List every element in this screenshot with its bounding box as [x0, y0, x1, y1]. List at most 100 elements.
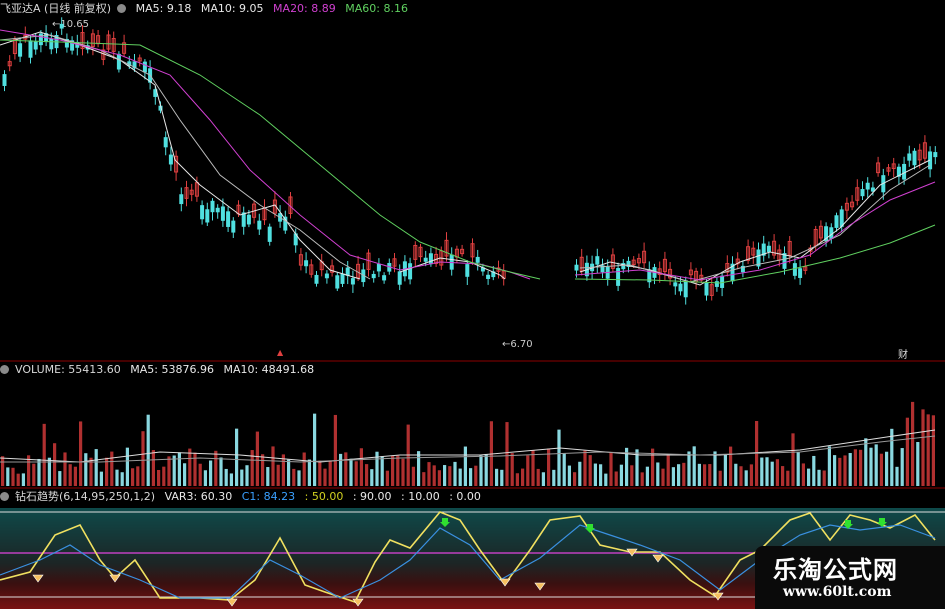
volume-bar [229, 473, 233, 486]
volume-bar [682, 462, 686, 486]
volume-bar [531, 450, 535, 486]
candle [574, 264, 579, 271]
volume-bar [734, 463, 738, 486]
volume-bar [630, 465, 634, 486]
volume-bar [833, 455, 837, 486]
volume-bar [775, 459, 779, 486]
volume-bar [157, 469, 161, 486]
volume-bar [931, 415, 935, 486]
volume-bar [458, 468, 462, 486]
candle [397, 271, 402, 285]
candle [142, 61, 147, 73]
volume-bar [713, 451, 717, 486]
volume-bar [209, 460, 213, 486]
volume-bar [666, 455, 670, 486]
volume-bar [68, 464, 72, 486]
volume-bar [921, 409, 925, 486]
candle [902, 163, 907, 180]
candle [168, 154, 173, 165]
candle [33, 41, 38, 50]
volume-bar [656, 462, 660, 486]
volume-bar [323, 468, 327, 486]
volume-bar [73, 466, 77, 486]
volume-bar [380, 456, 384, 486]
volume-bar [276, 464, 280, 486]
candle [345, 267, 350, 276]
candle [829, 227, 834, 239]
stock-chart-canvas[interactable] [0, 0, 945, 609]
volume-bar [183, 463, 187, 486]
volume-bar [58, 471, 62, 486]
candle [792, 263, 797, 276]
volume-bar [905, 417, 909, 486]
volume-bar [11, 467, 15, 486]
volume-bar [266, 467, 270, 486]
ma20-line [0, 29, 531, 280]
volume-bar [1, 456, 5, 486]
volume-bar [770, 461, 774, 486]
volume-bar [890, 428, 894, 486]
volume-bar [469, 468, 473, 486]
candle [324, 273, 329, 279]
candle [798, 268, 803, 278]
volume-bar [515, 473, 519, 486]
candle [865, 182, 870, 190]
volume-bar [339, 453, 343, 486]
candle [673, 282, 678, 287]
watermark: 乐淘公式网 www.60lt.com [755, 546, 945, 609]
candle [210, 200, 215, 213]
candle [49, 38, 54, 50]
volume-bar [552, 469, 556, 486]
candle [314, 274, 319, 284]
ma5-line [579, 159, 931, 286]
volume-bar [848, 453, 852, 486]
volume-bar [219, 457, 223, 486]
volume-bar [588, 455, 592, 486]
candle [18, 43, 23, 57]
candle [595, 256, 600, 265]
candle [870, 187, 875, 192]
volume-bar [349, 458, 353, 486]
volume-bar [131, 468, 135, 486]
volume-bar [417, 451, 421, 486]
volume-bar [198, 463, 202, 486]
volume-bar [708, 464, 712, 486]
candle [304, 260, 309, 267]
volume-bar [307, 459, 311, 486]
volume-bar [146, 414, 150, 486]
volume-bar [916, 442, 920, 486]
volume-bar [437, 470, 441, 486]
volume-bar [687, 451, 691, 486]
volume-bar [318, 460, 322, 486]
volume-bar [37, 458, 41, 486]
candle [720, 275, 725, 288]
volume-bar [557, 429, 561, 486]
volume-bar [115, 469, 119, 486]
candle [683, 280, 688, 298]
volume-bar [526, 455, 530, 486]
volume-chart [0, 401, 936, 486]
candle [704, 282, 709, 296]
volume-bar [729, 446, 733, 486]
volume-bar [21, 473, 25, 486]
candle [834, 215, 839, 228]
candle [408, 263, 413, 280]
volume-bar [838, 457, 842, 486]
volume-bar [843, 455, 847, 486]
volume-bar [141, 431, 145, 486]
ma5-line [0, 31, 361, 280]
volume-bar [786, 470, 790, 486]
volume-bar [765, 457, 769, 486]
volume-bar [671, 467, 675, 486]
volume-bar [177, 452, 181, 486]
volume-bar [292, 468, 296, 486]
volume-bar [651, 448, 655, 486]
volume-bar [94, 449, 98, 486]
volume-bar [817, 469, 821, 486]
candle [860, 189, 865, 197]
candle [231, 220, 236, 233]
volume-bar [859, 449, 863, 486]
volume-bar [16, 473, 20, 486]
volume-bar [536, 468, 540, 486]
candle [28, 40, 33, 58]
